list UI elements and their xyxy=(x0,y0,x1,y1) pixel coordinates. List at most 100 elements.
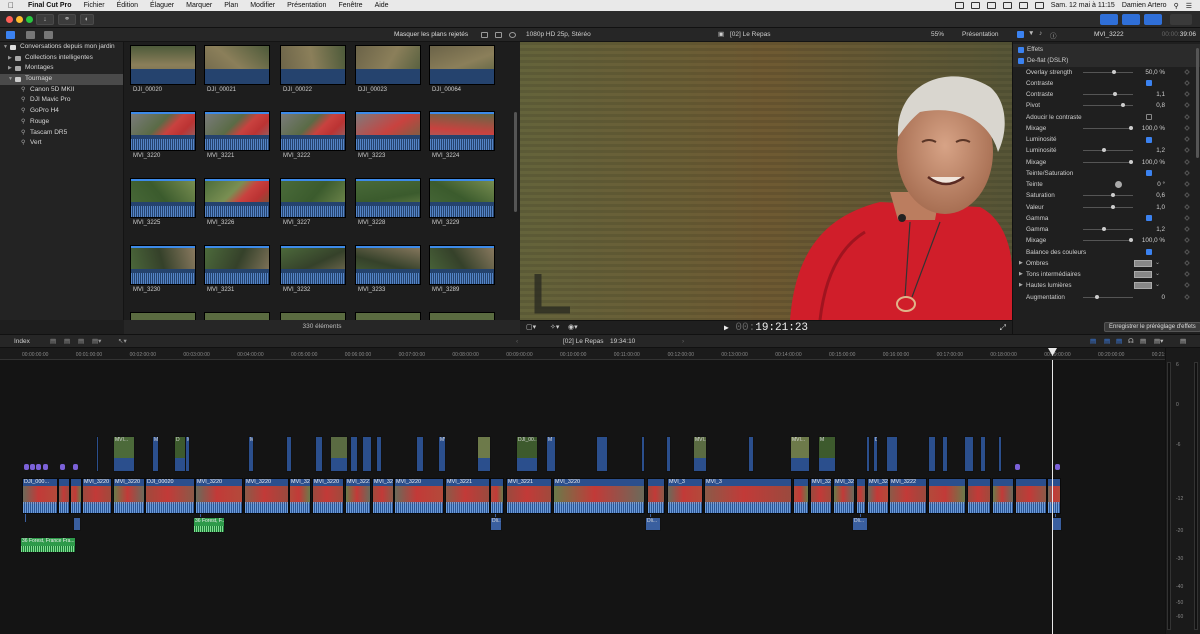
primary-storyline-clip[interactable] xyxy=(1047,478,1061,514)
connected-broll-clip[interactable] xyxy=(964,436,974,472)
titles-generators-icon[interactable] xyxy=(44,31,53,39)
param-slider[interactable] xyxy=(1083,92,1133,96)
menu-edition[interactable]: Édition xyxy=(111,2,144,9)
keyframe-icon[interactable] xyxy=(1184,248,1190,255)
chevron-down-icon[interactable]: ⌄ xyxy=(1155,269,1160,280)
effect-enable-checkbox[interactable] xyxy=(1018,46,1024,53)
skimming-icon[interactable]: ▤ xyxy=(1090,335,1096,348)
primary-storyline-clip[interactable]: MVI_3222 xyxy=(810,478,832,514)
connected-audio-clip[interactable]: Dli... xyxy=(852,517,868,531)
show-inspector-button[interactable] xyxy=(1144,14,1162,25)
timeline-ruler[interactable]: 00:00:00:00 00:01:00:00 00:02:00:00 00:03:0… xyxy=(0,348,1165,360)
connected-broll-clip[interactable]: M xyxy=(818,436,836,472)
list-icon[interactable]: ☰ xyxy=(1186,2,1192,10)
keyframe-icon[interactable] xyxy=(1184,259,1190,266)
search-icon[interactable]: ⚲ xyxy=(1174,2,1179,10)
connected-broll-clip[interactable] xyxy=(886,436,898,472)
photos-audio-icon[interactable] xyxy=(26,31,35,39)
param-value[interactable]: 100,0 % xyxy=(1142,235,1165,246)
sidebar-item-keyword[interactable]: ⚲ Tascam DR5 xyxy=(0,128,123,139)
menu-aide[interactable]: Aide xyxy=(369,2,395,9)
keyframe-icon[interactable] xyxy=(1184,282,1190,289)
keyframe-icon[interactable] xyxy=(1184,169,1190,176)
param-checkbox[interactable] xyxy=(1146,114,1152,120)
color-well[interactable] xyxy=(1134,259,1152,267)
primary-storyline-clip[interactable] xyxy=(793,478,809,514)
disclosure-open-icon[interactable]: ▼ xyxy=(8,74,13,85)
disclosure-open-icon[interactable]: ▼ xyxy=(3,42,8,53)
wifi-icon[interactable] xyxy=(1002,2,1012,9)
sidebar-item-keyword[interactable]: ⚲ DJI Mavic Pro xyxy=(0,95,123,106)
insert-clip-icon[interactable]: ▤ xyxy=(78,335,84,348)
primary-storyline-clip[interactable]: MVI_3220 xyxy=(289,478,311,514)
chevron-down-icon[interactable]: ⌄ xyxy=(1155,258,1160,269)
sidebar-item-keyword[interactable]: ⚲ Vert xyxy=(0,138,123,149)
primary-storyline-clip[interactable]: MVI_3221 xyxy=(506,478,552,514)
slider-knob[interactable] xyxy=(1113,92,1117,96)
connected-broll-clip[interactable] xyxy=(416,436,424,472)
timeline-marker[interactable] xyxy=(73,464,78,470)
sidebar-item-collections[interactable]: ▶ Collections intelligentes xyxy=(0,53,123,64)
status-icon[interactable] xyxy=(986,2,996,9)
primary-storyline-clip[interactable] xyxy=(58,478,70,514)
param-checkbox[interactable] xyxy=(1146,136,1152,143)
keyframe-icon[interactable] xyxy=(1184,181,1190,187)
solo-icon[interactable]: ▤ xyxy=(1116,335,1122,348)
sidebar-item-montages[interactable]: ▶ Montages xyxy=(0,63,123,74)
primary-storyline-clip[interactable] xyxy=(992,478,1014,514)
import-button[interactable]: ↓ xyxy=(36,14,54,25)
connected-broll-clip[interactable] xyxy=(998,436,1002,472)
param-slider[interactable] xyxy=(1083,193,1133,198)
primary-storyline-clip[interactable]: MVI_3 xyxy=(704,478,792,514)
primary-storyline-clip[interactable] xyxy=(1015,478,1047,514)
connected-broll-clip[interactable]: M xyxy=(546,436,556,472)
connected-broll-clip[interactable] xyxy=(942,436,948,472)
connected-broll-clip[interactable] xyxy=(362,436,372,472)
primary-storyline-clip[interactable]: MVI_3222 xyxy=(889,478,927,514)
menu-plan[interactable]: Plan xyxy=(218,2,244,9)
timeline-marker[interactable] xyxy=(36,464,41,470)
menubar-datetime[interactable]: Sam. 12 mai à 11:15 xyxy=(1051,2,1115,9)
connected-broll-clip[interactable]: D xyxy=(873,436,878,472)
param-value[interactable]: 100,0 % xyxy=(1142,157,1165,168)
inspector-scrollbar[interactable] xyxy=(1196,48,1199,158)
zoom-popup[interactable]: 55% xyxy=(931,28,944,42)
connected-broll-clip[interactable] xyxy=(315,436,323,472)
connected-broll-clip[interactable] xyxy=(376,436,382,472)
param-slider[interactable] xyxy=(1083,238,1133,243)
menu-modifier[interactable]: Modifier xyxy=(244,2,281,9)
primary-storyline-clip[interactable]: MVI_3222 xyxy=(867,478,889,514)
primary-storyline-clip[interactable]: DJI_000... xyxy=(22,478,58,514)
search-icon[interactable] xyxy=(509,32,516,38)
primary-storyline-clip[interactable]: MVI_3221 xyxy=(372,478,394,514)
timeline-marker[interactable] xyxy=(30,464,35,470)
music-clip[interactable]: 36 Forest, F... xyxy=(193,517,225,533)
primary-storyline-clip[interactable] xyxy=(967,478,991,514)
connected-broll-clip[interactable] xyxy=(330,436,348,472)
connected-broll-clip[interactable]: MVI... xyxy=(113,436,135,472)
keyframe-icon[interactable] xyxy=(1184,136,1190,142)
slider-knob[interactable] xyxy=(1102,227,1106,231)
primary-storyline-clip[interactable] xyxy=(70,478,82,514)
history-forward-icon[interactable]: › xyxy=(682,335,684,348)
keyframe-icon[interactable] xyxy=(1184,158,1190,165)
keyframe-icon[interactable] xyxy=(1184,214,1190,221)
show-timeline-button[interactable] xyxy=(1122,14,1140,25)
timeline-marker[interactable] xyxy=(1015,464,1020,470)
disclosure-closed-icon[interactable]: ▶ xyxy=(1019,280,1023,291)
connected-broll-clip[interactable] xyxy=(980,436,986,472)
slider-knob[interactable] xyxy=(1111,204,1115,209)
disclosure-closed-icon[interactable]: ▶ xyxy=(1019,269,1023,280)
slider-knob[interactable] xyxy=(1129,238,1133,243)
disclosure-closed-icon[interactable]: ▶ xyxy=(1019,258,1023,269)
settings-icon[interactable] xyxy=(495,32,502,38)
primary-storyline-clip[interactable]: MVI_3220 xyxy=(113,478,145,514)
zoom-window-button[interactable] xyxy=(26,16,33,23)
connected-broll-clip[interactable]: M xyxy=(152,436,159,472)
keyframe-icon[interactable] xyxy=(1184,293,1190,300)
sidebar-item-keyword[interactable]: ⚲ Rouge xyxy=(0,117,123,128)
effects-browser-icon[interactable]: ▤ xyxy=(1180,335,1186,348)
connected-broll-clip[interactable]: M xyxy=(185,436,190,472)
connected-broll-clip[interactable] xyxy=(96,436,99,472)
audio-inspector-icon[interactable]: ♪ xyxy=(1039,30,1042,37)
